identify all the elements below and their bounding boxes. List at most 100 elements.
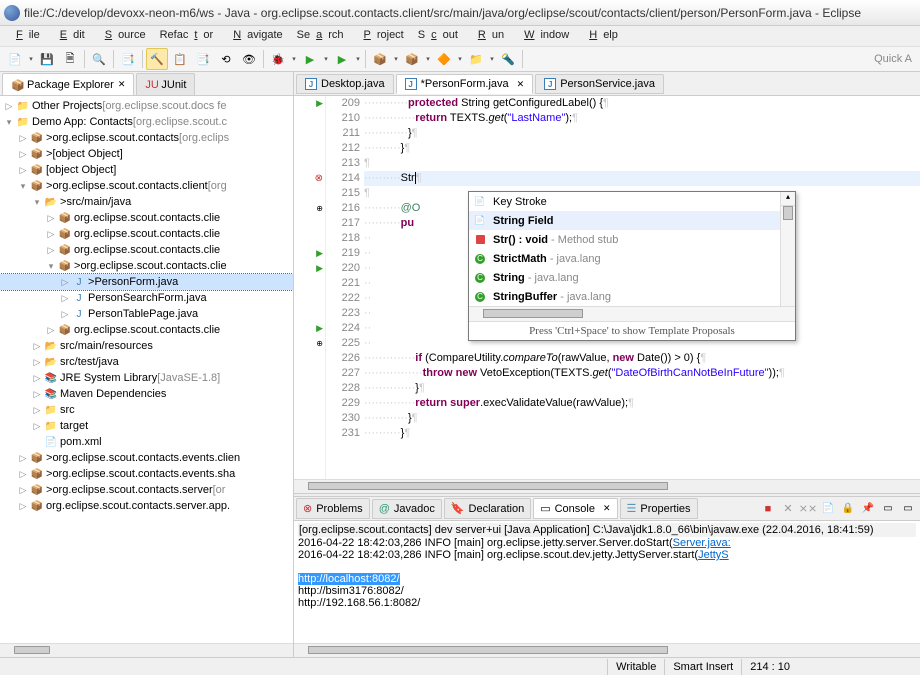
minimize-button[interactable]: ▭: [900, 501, 916, 517]
ca-str[interactable]: Str() : void - Method stub: [469, 230, 795, 249]
class-button[interactable]: 🔶: [433, 48, 455, 70]
tab-javadoc[interactable]: @Javadoc: [372, 499, 442, 519]
tab-personservice[interactable]: JPersonService.java: [535, 74, 664, 94]
pin-button[interactable]: 📌: [860, 501, 876, 517]
tree-pkg2[interactable]: ▷📦org.eclipse.scout.contacts.clie: [0, 242, 293, 258]
ca-vscroll[interactable]: ▴: [780, 192, 795, 306]
tree-target[interactable]: ▷📁target: [0, 418, 293, 434]
tab-desktop[interactable]: JDesktop.java: [296, 74, 394, 94]
save-all-button[interactable]: 🗎: [59, 48, 81, 70]
console-link-server[interactable]: Server.java:: [673, 537, 731, 549]
tree-allapp[interactable]: ▷📦[object Object]: [0, 162, 293, 178]
tree-personform[interactable]: ▷J> PersonForm.java: [0, 274, 293, 290]
package-button[interactable]: 📦: [401, 48, 423, 70]
menu-window[interactable]: Window: [512, 27, 575, 45]
menu-search[interactable]: Search: [291, 27, 350, 45]
ca-keystroke[interactable]: 📄Key Stroke: [469, 192, 795, 211]
package-explorer-tree[interactable]: ▷📁Other Projects [org.eclipse.scout.docs…: [0, 96, 293, 643]
scroll-lock-button[interactable]: 🔒: [840, 501, 856, 517]
tree-pkg0[interactable]: ▷📦org.eclipse.scout.contacts.clie: [0, 210, 293, 226]
tree-persontable[interactable]: ▷JPersonTablePage.java: [0, 306, 293, 322]
menu-source[interactable]: Source: [93, 27, 152, 45]
open-type-button[interactable]: 🔍: [88, 48, 110, 70]
main-toolbar: 📄▾ 💾 🗎 🔍 📑 🔨 📋 📑 ⟲ 👁 🐞▾ ▶▾ ▶▾ 📦▾ 📦▾ 🔶▾ 📁…: [0, 46, 920, 72]
ca-stringbuffer[interactable]: CStringBuffer - java.lang: [469, 287, 795, 306]
menu-project[interactable]: Project: [352, 27, 410, 45]
code-editor[interactable]: ▶ ⊗ ⊕ ▶ ▶ ▶ ⊕ 20921021121221321421521621…: [294, 96, 920, 479]
sync-button[interactable]: ⟲: [215, 48, 237, 70]
save-button[interactable]: 💾: [36, 48, 58, 70]
ca-strictmath[interactable]: CStrictMath - java.lang: [469, 249, 795, 268]
remove-all-button[interactable]: ⨯⨯: [800, 501, 816, 517]
left-hscroll[interactable]: [0, 643, 293, 657]
tree-src-main-java[interactable]: ▾📂> src/main/java: [0, 194, 293, 210]
tab-console[interactable]: ▭Console✕: [533, 498, 617, 519]
toggle-breakpoint-button[interactable]: 📋: [169, 48, 191, 70]
tree-src-test-java[interactable]: ▷📂src/test/java: [0, 354, 293, 370]
junit-tab[interactable]: JU JUnit: [136, 73, 195, 95]
tree-other-projects[interactable]: ▷📁Other Projects [org.eclipse.scout.docs…: [0, 98, 293, 114]
run-button[interactable]: ▶: [299, 48, 321, 70]
tab-personform[interactable]: J*PersonForm.java✕: [396, 74, 534, 94]
console-hscroll[interactable]: [294, 643, 920, 657]
javadoc-icon: @: [379, 503, 390, 515]
console-url2[interactable]: http://bsim3176:8082/: [298, 585, 404, 597]
tree-pkg3[interactable]: ▾📦> org.eclipse.scout.contacts.clie: [0, 258, 293, 274]
folder-button[interactable]: 📁: [465, 48, 487, 70]
menu-navigate[interactable]: Navigate: [221, 27, 288, 45]
editor-hscroll[interactable]: [294, 479, 920, 493]
tree-server[interactable]: ▷📦> org.eclipse.scout.contacts.server [o…: [0, 482, 293, 498]
code-content[interactable]: ············protected String getConfigur…: [364, 96, 920, 479]
tree-pom[interactable]: 📄pom.xml: [0, 434, 293, 450]
ca-hscroll[interactable]: [469, 306, 795, 321]
tree-pkg5[interactable]: ▷📦org.eclipse.scout.contacts.clie: [0, 322, 293, 338]
bookmark-button[interactable]: 📑: [192, 48, 214, 70]
run-last-button[interactable]: ▶: [331, 48, 353, 70]
terminate-button[interactable]: ■: [760, 501, 776, 517]
ca-string[interactable]: CString - java.lang: [469, 268, 795, 287]
tree-jre[interactable]: ▷📚JRE System Library [JavaSE-1.8]: [0, 370, 293, 386]
marker-ruler[interactable]: ▶ ⊗ ⊕ ▶ ▶ ▶ ⊕: [294, 96, 326, 479]
java-icon: J: [305, 78, 317, 90]
debug-button[interactable]: 🐞: [267, 48, 289, 70]
quick-access[interactable]: Quick A: [874, 53, 916, 65]
tree-pkg1[interactable]: ▷📦org.eclipse.scout.contacts.clie: [0, 226, 293, 242]
tab-declaration[interactable]: 🔖Declaration: [444, 498, 531, 519]
tree-contacts[interactable]: ▷📦> org.eclipse.scout.contacts [org.ecli…: [0, 130, 293, 146]
tree-maven[interactable]: ▷📚Maven Dependencies: [0, 386, 293, 402]
menu-help[interactable]: Help: [577, 27, 624, 45]
tree-personsearch[interactable]: ▷JPersonSearchForm.java: [0, 290, 293, 306]
bottom-tabs: ⊗Problems @Javadoc 🔖Declaration ▭Console…: [294, 497, 920, 521]
tree-events-sha[interactable]: ▷📦> org.eclipse.scout.contacts.events.sh…: [0, 466, 293, 482]
new-button[interactable]: 📄: [4, 48, 26, 70]
tree-server-app[interactable]: ▷📦org.eclipse.scout.contacts.server.app.: [0, 498, 293, 514]
menu-run[interactable]: Run: [466, 27, 510, 45]
task-button[interactable]: 📑: [117, 48, 139, 70]
tree-src-main-res[interactable]: ▷📂src/main/resources: [0, 338, 293, 354]
remove-launch-button[interactable]: ✕: [780, 501, 796, 517]
tree-demo-app[interactable]: ▾📁Demo App: Contacts [org.eclipse.scout.…: [0, 114, 293, 130]
show-button[interactable]: 👁: [238, 48, 260, 70]
tab-properties[interactable]: ☰Properties: [620, 498, 698, 519]
console-link-jetty[interactable]: JettyS: [698, 549, 729, 561]
tree-client[interactable]: ▾📦> org.eclipse.scout.contacts.client [o…: [0, 178, 293, 194]
package-explorer-tab[interactable]: 📦 Package Explorer ✕: [2, 73, 134, 95]
clear-button[interactable]: 📄: [820, 501, 836, 517]
menu-refactor[interactable]: Refactor: [154, 27, 220, 45]
ca-stringfield[interactable]: 📄String Field: [469, 211, 795, 230]
build-button[interactable]: 🔨: [146, 48, 168, 70]
display-button[interactable]: ▭: [880, 501, 896, 517]
console-url3[interactable]: http://192.168.56.1:8082/: [298, 597, 420, 609]
search-button[interactable]: 🔦: [497, 48, 519, 70]
menu-file[interactable]: File: [4, 27, 46, 45]
content-assist-popup[interactable]: 📄Key Stroke 📄String Field Str() : void -…: [468, 191, 796, 341]
console-output[interactable]: [org.eclipse.scout.contacts] dev server+…: [294, 521, 920, 643]
menu-scout[interactable]: Scout: [412, 27, 464, 45]
console-url1[interactable]: http://localhost:8082/: [298, 573, 400, 585]
menu-edit[interactable]: Edit: [48, 27, 91, 45]
tree-src[interactable]: ▷📁src: [0, 402, 293, 418]
tree-settings[interactable]: ▷📦> [object Object]: [0, 146, 293, 162]
wizard-button[interactable]: 📦: [369, 48, 391, 70]
tree-events[interactable]: ▷📦> org.eclipse.scout.contacts.events.cl…: [0, 450, 293, 466]
tab-problems[interactable]: ⊗Problems: [296, 498, 370, 519]
